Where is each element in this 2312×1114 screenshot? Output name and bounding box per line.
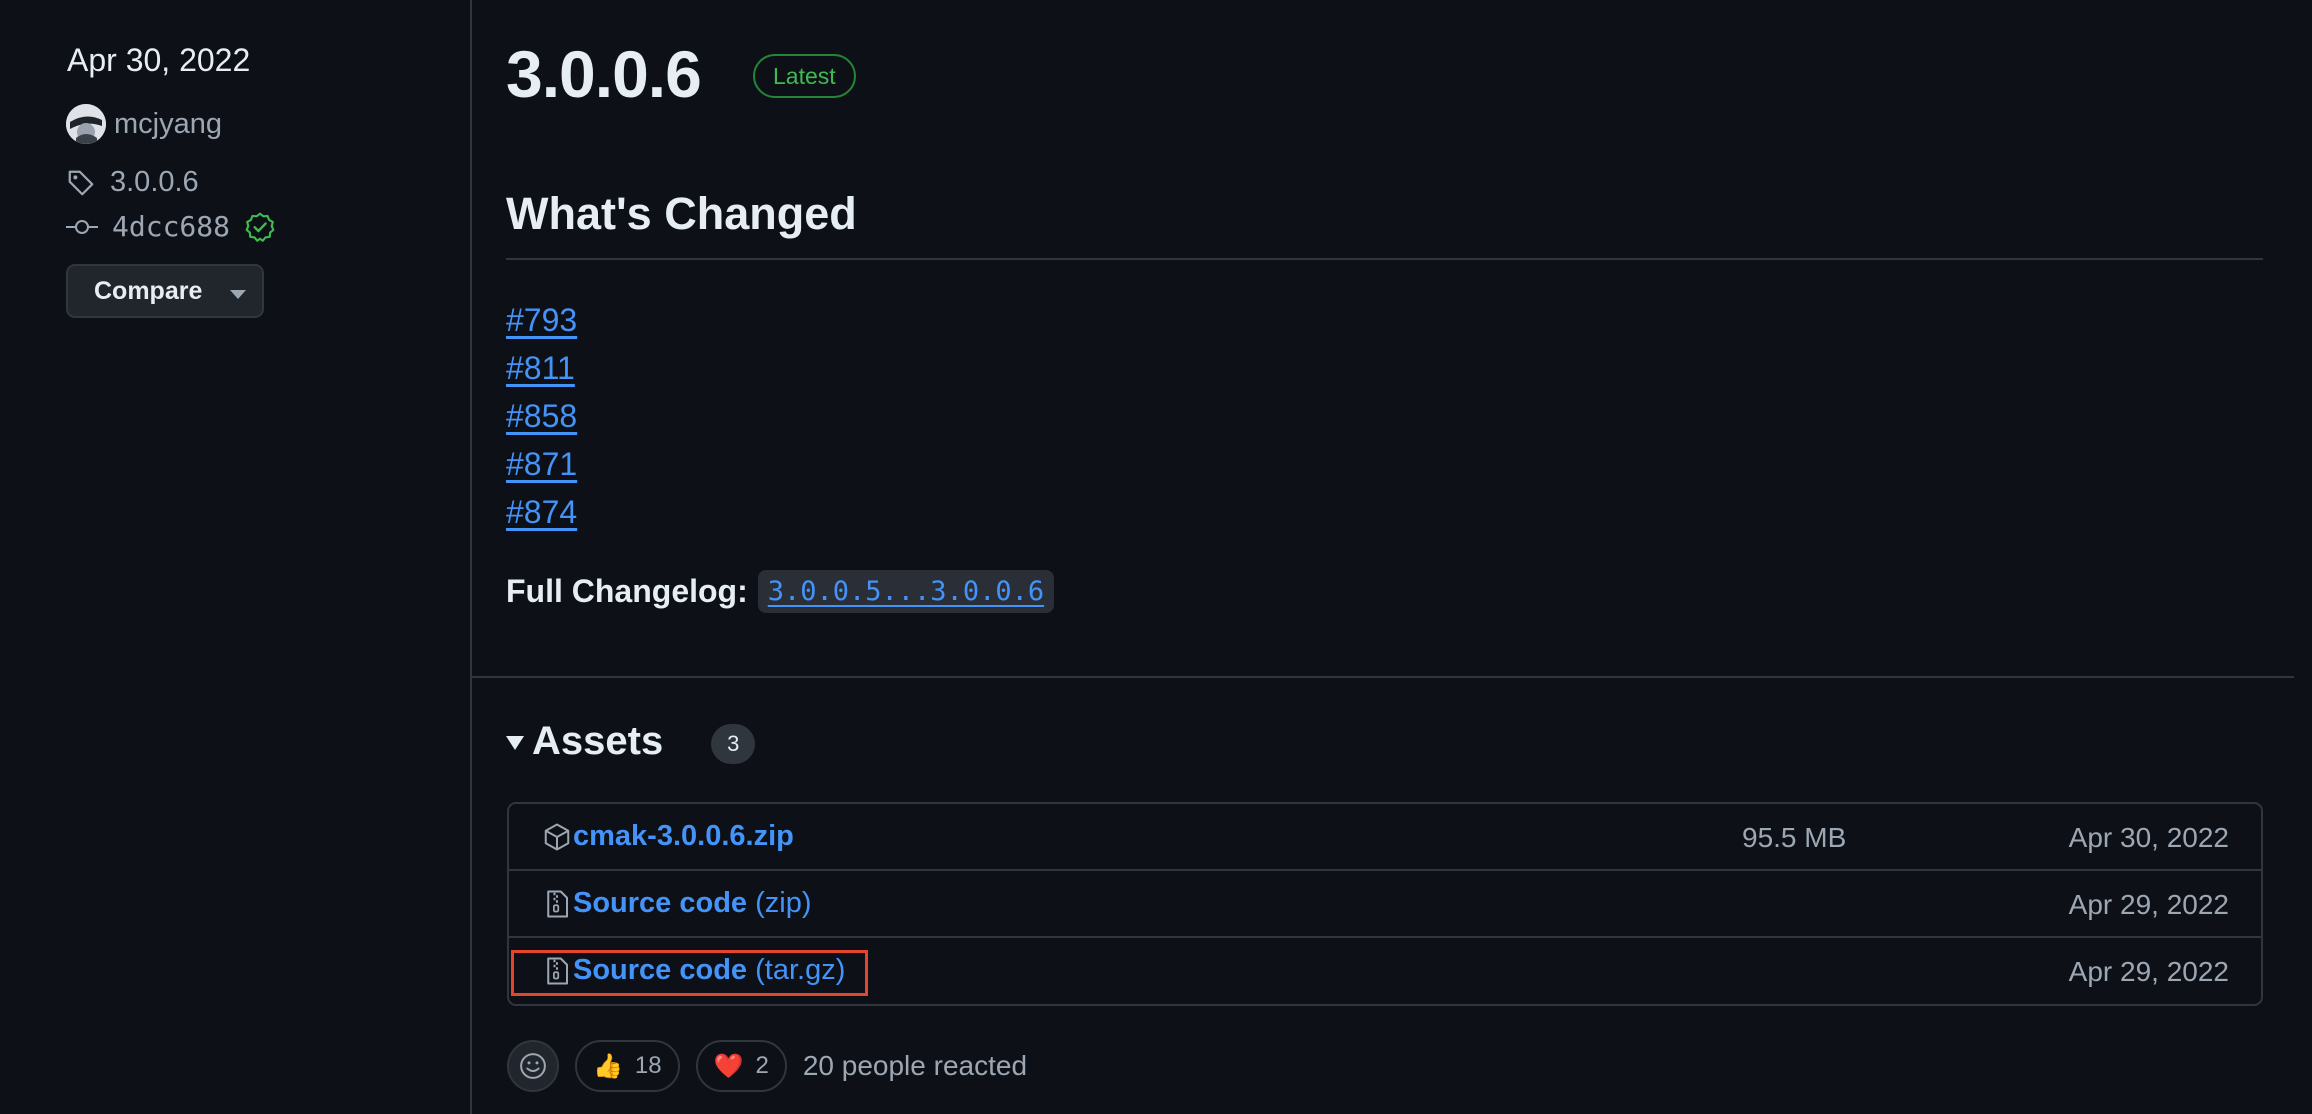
tag-icon [68,170,94,195]
full-changelog: Full Changelog: 3.0.0.5...3.0.0.6 [506,570,1055,613]
section-divider [472,676,2294,678]
asset-date: Apr 29, 2022 [2068,956,2229,987]
author[interactable]: mcjyang [66,104,222,144]
whats-changed-heading: What's Changed [506,188,857,239]
heading-divider [506,258,2263,260]
verified-icon[interactable] [244,211,276,243]
asset-row: Source code (zip) Apr 29, 2022 [509,871,2261,938]
changelog-compare-link[interactable]: 3.0.0.5...3.0.0.6 [757,570,1055,613]
reactions-bar: 👍 18 ❤️ 2 20 people reacted [507,1040,1027,1092]
reaction-count: 2 [755,1052,769,1079]
thumbs-up-icon: 👍 [593,1052,623,1080]
release-title[interactable]: 3.0.0.6 [506,36,702,112]
assets-toggle[interactable]: Assets 3 [506,718,756,764]
smiley-icon [520,1053,546,1079]
reaction-summary: 20 people reacted [802,1050,1028,1081]
asset-date: Apr 30, 2022 [2068,822,2229,853]
latest-badge: Latest [753,54,856,98]
triangle-down-icon [506,736,524,750]
tag-name[interactable]: 3.0.0.6 [110,166,199,199]
git-commit-icon [66,219,98,234]
chevron-down-icon [230,289,247,299]
pull-request-link[interactable]: #874 [506,488,577,536]
compare-label: Compare [94,276,203,305]
pull-request-link[interactable]: #871 [506,440,577,488]
changelog-label: Full Changelog: [506,573,748,609]
asset-size: 95.5 MB [1742,822,1847,853]
compare-button[interactable]: Compare [66,264,264,318]
release-date: Apr 30, 2022 [67,42,251,78]
file-zip-icon [547,890,568,918]
asset-row: cmak-3.0.0.6.zip 95.5 MB Apr 30, 2022 [509,804,2261,871]
pull-request-list: #793 #811 #858 #871 #874 [506,296,577,536]
asset-link[interactable]: cmak-3.0.0.6.zip [573,820,794,853]
highlight-annotation [511,950,868,996]
asset-link[interactable]: Source code (zip) [573,887,812,920]
heart-icon: ❤️ [713,1052,744,1080]
pull-request-link[interactable]: #811 [506,344,577,392]
reaction-count: 18 [634,1052,662,1079]
commit[interactable]: 4dcc688 [66,210,276,243]
assets-title: Assets [532,718,664,763]
pull-request-link[interactable]: #793 [506,296,577,344]
package-icon [544,823,570,851]
add-reaction-button[interactable] [507,1040,559,1092]
reaction-heart[interactable]: ❤️ 2 [695,1040,787,1092]
avatar[interactable] [66,104,106,144]
pull-request-link[interactable]: #858 [506,392,577,440]
author-name[interactable]: mcjyang [114,108,222,141]
reaction-thumbs-up[interactable]: 👍 18 [575,1040,680,1092]
release-sidebar: Apr 30, 2022 mcjyang 3.0.0.6 4dcc688 Com… [0,0,472,1114]
tag[interactable]: 3.0.0.6 [66,166,199,199]
assets-count-badge: 3 [711,724,756,764]
commit-sha[interactable]: 4dcc688 [112,210,230,243]
asset-date: Apr 29, 2022 [2068,889,2229,920]
